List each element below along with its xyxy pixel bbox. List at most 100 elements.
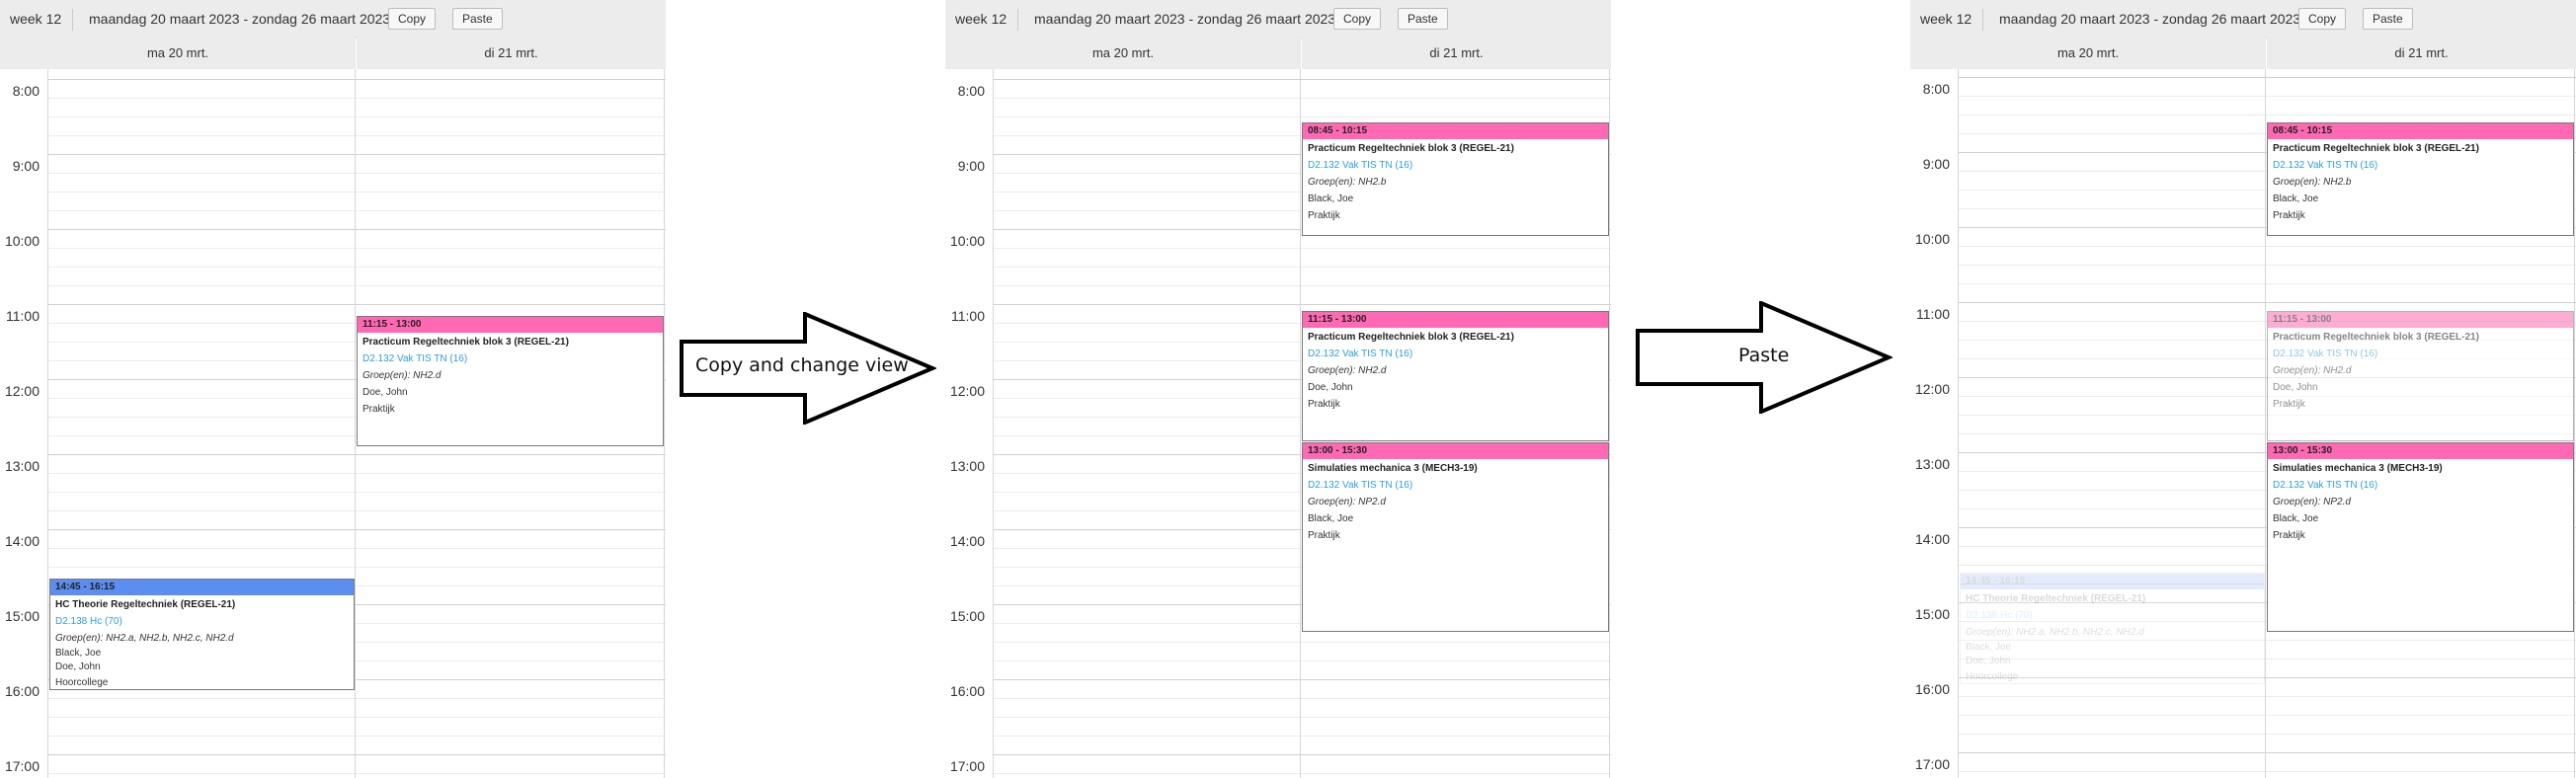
hour-gridline [48,754,666,755]
paste-button[interactable]: Paste [1398,8,1448,30]
quarter-gridline [48,210,666,211]
event-time: 11:15 - 13:00 [358,317,663,333]
quarter-gridline [48,698,666,699]
quarter-gridline [48,510,666,511]
quarter-gridline [48,492,666,493]
arrow-label: Copy and change view [695,354,909,376]
day-column-divider [664,69,665,778]
event-practicum-nh2b[interactable]: 08:45 - 10:15 Practicum Regeltechniek bl… [2267,122,2574,236]
copy-button[interactable]: Copy [388,8,437,30]
event-type: Praktijk [1308,210,1340,221]
time-label: 8:00 [957,83,985,99]
quarter-gridline [1959,771,2576,772]
event-teacher: Black, Joe [2273,513,2319,524]
paste-arrow: Paste [1636,299,1894,416]
quarter-gridline [1959,696,2576,697]
event-type: Praktijk [362,404,395,415]
date-range-label: maandag 20 maart 2023 - zondag 26 maart … [1999,11,2301,27]
time-label: 14:00 [4,533,40,549]
copy-button[interactable]: Copy [1333,8,1382,30]
event-teacher: Black, Joe [1308,513,1354,524]
event-type: Praktijk [2273,530,2305,541]
event-title: Simulaties mechanica 3 (MECH3-19) [2273,463,2443,474]
day-column-divider [355,69,356,778]
hour-gridline [48,529,666,530]
arrow-label: Paste [1738,345,1790,366]
day-column-divider [2574,69,2575,778]
toolbar-divider [72,9,73,31]
time-label: 17:00 [949,758,985,774]
event-room: D2.132 Vak TIS TN (16) [1308,480,1413,491]
time-label: 14:00 [1914,531,1950,547]
day-column-divider [1300,69,1301,778]
time-label: 12:00 [4,383,40,399]
time-label: 16:00 [4,683,40,699]
quarter-gridline [48,548,666,549]
event-simulaties-mechanica[interactable]: 13:00 - 15:30 Simulaties mechanica 3 (ME… [1302,442,1609,632]
date-range-label: maandag 20 maart 2023 - zondag 26 maart … [89,11,391,27]
hour-gridline [48,454,666,455]
calendar-toolbar: week 12 maandag 20 maart 2023 - zondag 2… [945,0,1611,39]
event-groups: Groep(en): NH2.d [362,370,442,381]
date-range-label: maandag 20 maart 2023 - zondag 26 maart … [1034,11,1336,27]
hour-gridline [994,754,1611,755]
quarter-gridline [994,98,1611,99]
quarter-gridline [48,473,666,474]
time-label: 12:00 [1914,381,1950,397]
event-simulaties-mechanica[interactable]: 13:00 - 15:30 Simulaties mechanica 3 (ME… [2267,442,2574,632]
event-time: 14:45 - 16:15 [50,580,354,595]
hour-gridline [994,679,1611,680]
event-type: Praktijk [2273,210,2305,221]
event-groups: Groep(en): NP2.d [2273,497,2351,507]
event-room: D2.132 Vak TIS TN (16) [362,353,468,364]
event-practicum-nh2d[interactable]: 11:15 - 13:00 Practicum Regeltechniek bl… [1302,311,1609,441]
day-header-monday: ma 20 mrt. [1910,38,2266,70]
time-label: 15:00 [4,608,40,624]
paste-button[interactable]: Paste [2363,8,2413,30]
event-time: 11:15 - 13:00 [2268,312,2573,328]
quarter-gridline [48,773,666,774]
week-label: week 12 [10,11,62,27]
event-groups: Groep(en): NH2.d [1308,365,1387,376]
time-column-divider [47,69,48,778]
hour-gridline [48,79,666,80]
time-label: 9:00 [1922,156,1950,172]
toolbar-divider [1017,9,1018,31]
quarter-gridline [994,285,1611,286]
quarter-gridline [1959,265,2576,266]
event-type: Praktijk [1308,530,1340,541]
quarter-gridline [48,192,666,193]
copy-button[interactable]: Copy [2298,8,2347,30]
quarter-gridline [48,248,666,249]
event-teacher: Black, Joe [2273,194,2319,204]
time-label: 13:00 [1914,456,1950,472]
time-grid: 08:45 - 10:15 Practicum Regeltechniek bl… [945,69,1611,778]
time-label: 8:00 [1922,81,1950,97]
event-teacher: Black, Joe [1966,642,2012,653]
event-theory-regeltechniek[interactable]: 14:45 - 16:15 HC Theorie Regeltechniek (… [49,579,355,690]
event-type: Praktijk [2273,399,2305,410]
quarter-gridline [48,285,666,286]
event-practicum-nh2d-pasted[interactable]: 11:15 - 13:00 Practicum Regeltechniek bl… [2267,311,2574,441]
event-groups: Groep(en): NH2.d [2273,365,2352,376]
paste-button[interactable]: Paste [452,8,503,30]
quarter-gridline [48,173,666,174]
time-label: 9:00 [957,158,985,174]
event-practicum-nh2b[interactable]: 08:45 - 10:15 Practicum Regeltechniek bl… [1302,122,1609,236]
time-label: 10:00 [949,233,985,249]
quarter-gridline [48,98,666,99]
event-room: D2.138 Hc (70) [1966,610,2033,621]
event-title: HC Theorie Regeltechniek (REGEL-21) [55,599,236,610]
event-type: Praktijk [1308,399,1340,410]
quarter-gridline [48,267,666,268]
hour-gridline [48,304,666,305]
week-label: week 12 [1920,11,1972,27]
time-label: 11:00 [6,308,40,324]
event-title: Practicum Regeltechniek blok 3 (REGEL-21… [1308,143,1514,154]
time-label: 16:00 [949,683,985,699]
event-teacher: Doe, John [55,661,101,672]
event-groups: Groep(en): NH2.b [2273,177,2352,188]
event-room: D2.132 Vak TIS TN (16) [1308,160,1413,171]
hour-gridline [994,79,1611,80]
event-practicum-nh2d[interactable]: 11:15 - 13:00 Practicum Regeltechniek bl… [357,316,664,446]
